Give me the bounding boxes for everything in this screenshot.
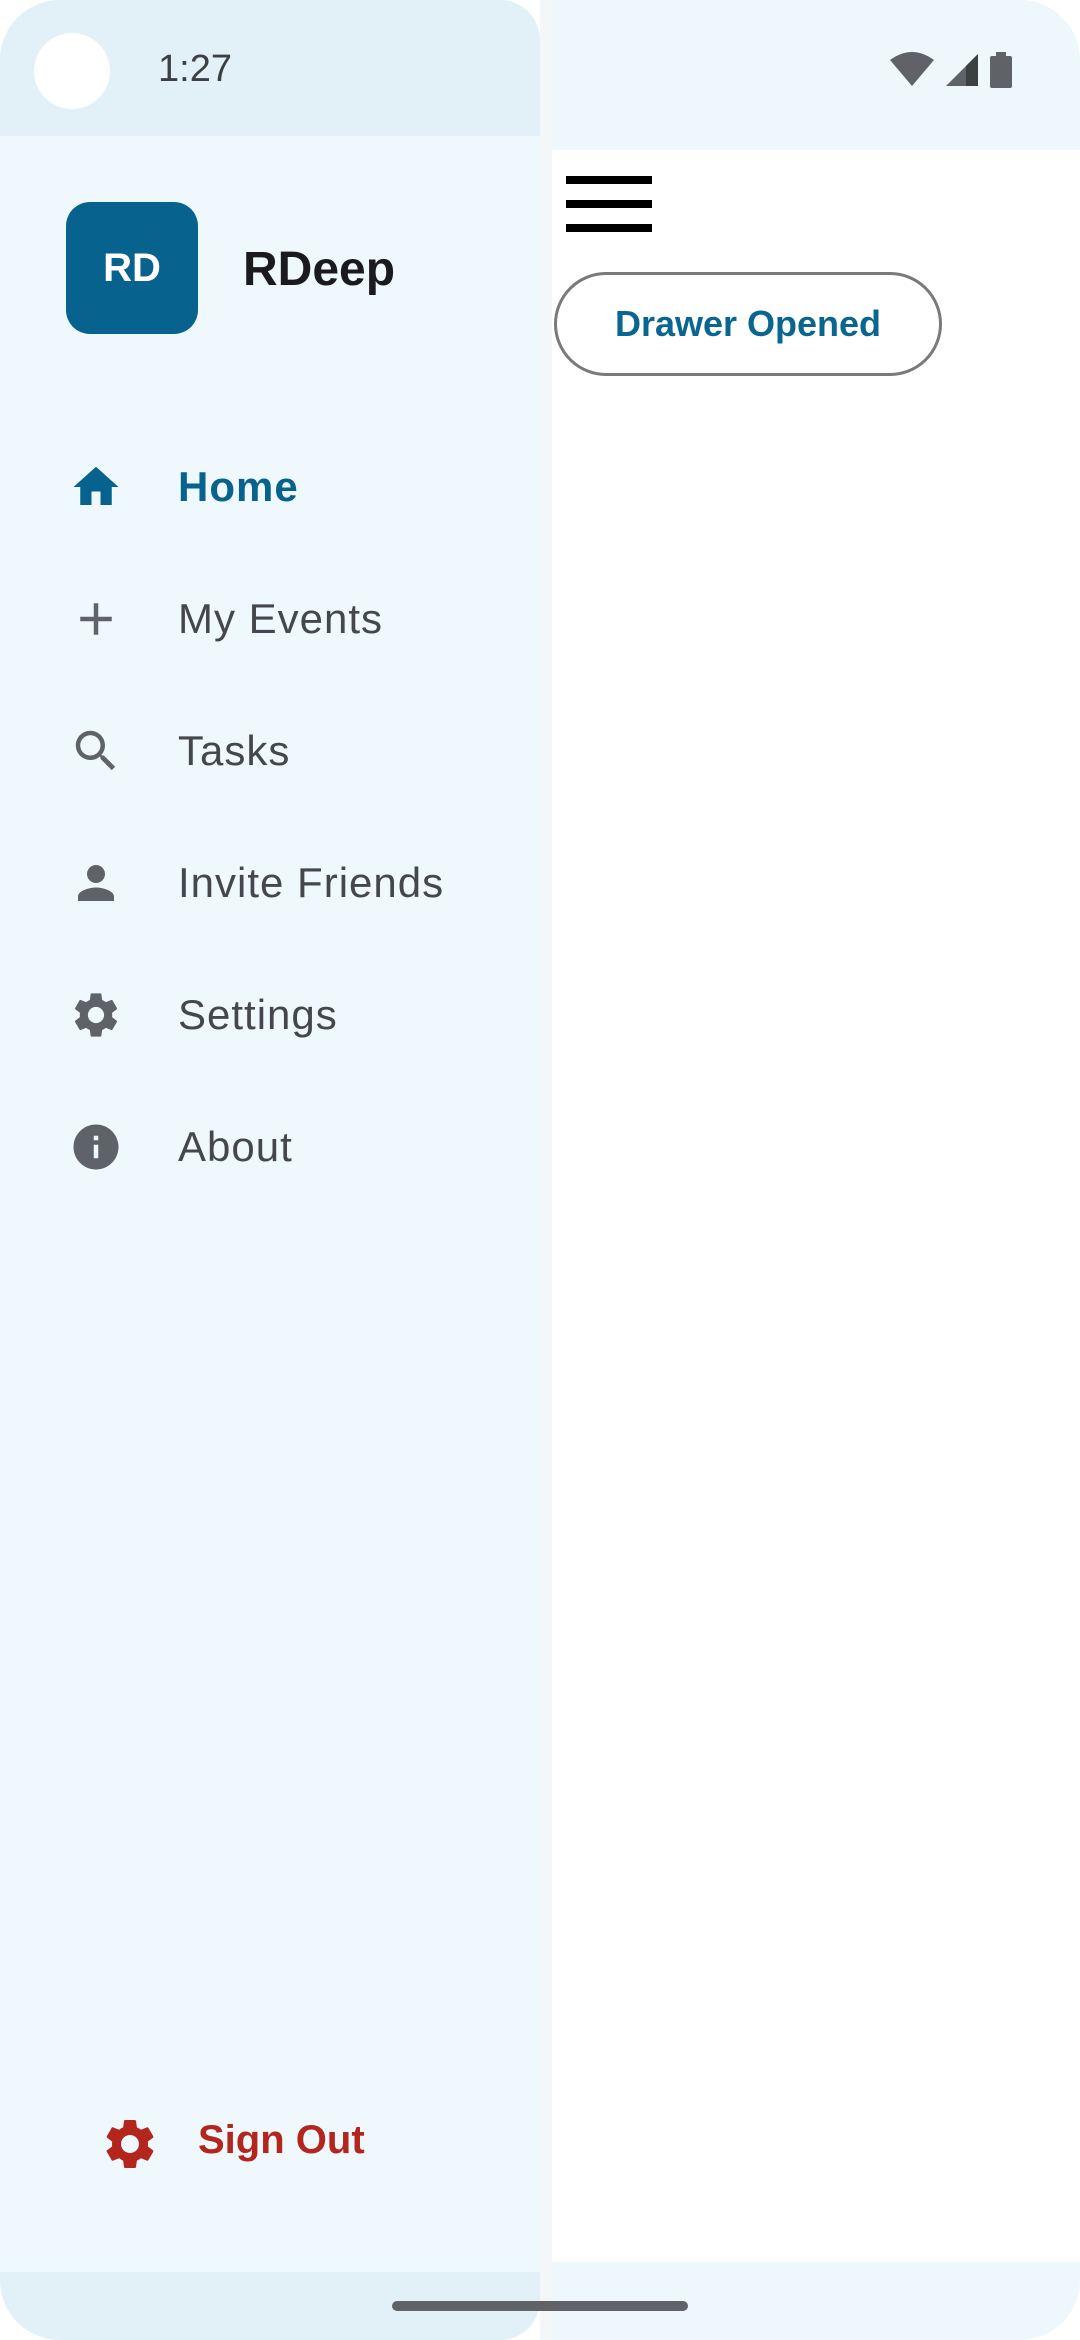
drawer-item-invite-friends[interactable]: Invite Friends xyxy=(0,817,540,949)
drawer-item-tasks[interactable]: Tasks xyxy=(0,685,540,817)
signal-icon xyxy=(946,54,978,86)
drawer-item-label: Invite Friends xyxy=(178,859,445,906)
avatar: RD xyxy=(66,202,198,334)
main-status-bar xyxy=(552,0,1080,150)
drawer-item-my-events[interactable]: My Events xyxy=(0,553,540,685)
main-content: Drawer Opened xyxy=(552,0,1080,2340)
wifi-icon xyxy=(890,52,934,86)
system-icons xyxy=(890,52,1012,88)
menu-icon[interactable] xyxy=(566,172,654,236)
drawer-item-label: About xyxy=(178,1123,293,1170)
status-time: 1:27 xyxy=(158,48,232,90)
drawer-item-label: Home xyxy=(178,463,299,510)
drawer-item-home[interactable]: Home xyxy=(0,421,540,553)
home-icon xyxy=(69,460,123,514)
drawer-item-about[interactable]: About xyxy=(0,1081,540,1213)
sign-out-label: Sign Out xyxy=(198,2118,365,2162)
gear-icon xyxy=(100,2114,160,2174)
drawer-item-label: Tasks xyxy=(178,727,291,774)
person-icon xyxy=(69,856,123,910)
drawer-item-label: My Events xyxy=(178,595,384,642)
gear-icon xyxy=(69,988,123,1042)
battery-icon xyxy=(990,52,1012,88)
navigation-drawer: 1:27 RD RDeep Home My Events Tasks Invit… xyxy=(0,0,540,2340)
status-bar: 1:27 xyxy=(0,0,540,136)
drawer-item-settings[interactable]: Settings xyxy=(0,949,540,1081)
camera-cutout xyxy=(34,33,110,109)
drawer-opened-button[interactable]: Drawer Opened xyxy=(554,272,942,376)
drawer-edge xyxy=(540,0,552,2340)
sign-out-button[interactable]: Sign Out xyxy=(100,2106,420,2176)
plus-icon xyxy=(69,592,123,646)
username: RDeep xyxy=(243,243,396,296)
info-icon xyxy=(69,1120,123,1174)
search-icon xyxy=(69,724,123,778)
gesture-home-bar[interactable] xyxy=(392,2301,688,2311)
drawer-item-label: Settings xyxy=(178,991,338,1038)
